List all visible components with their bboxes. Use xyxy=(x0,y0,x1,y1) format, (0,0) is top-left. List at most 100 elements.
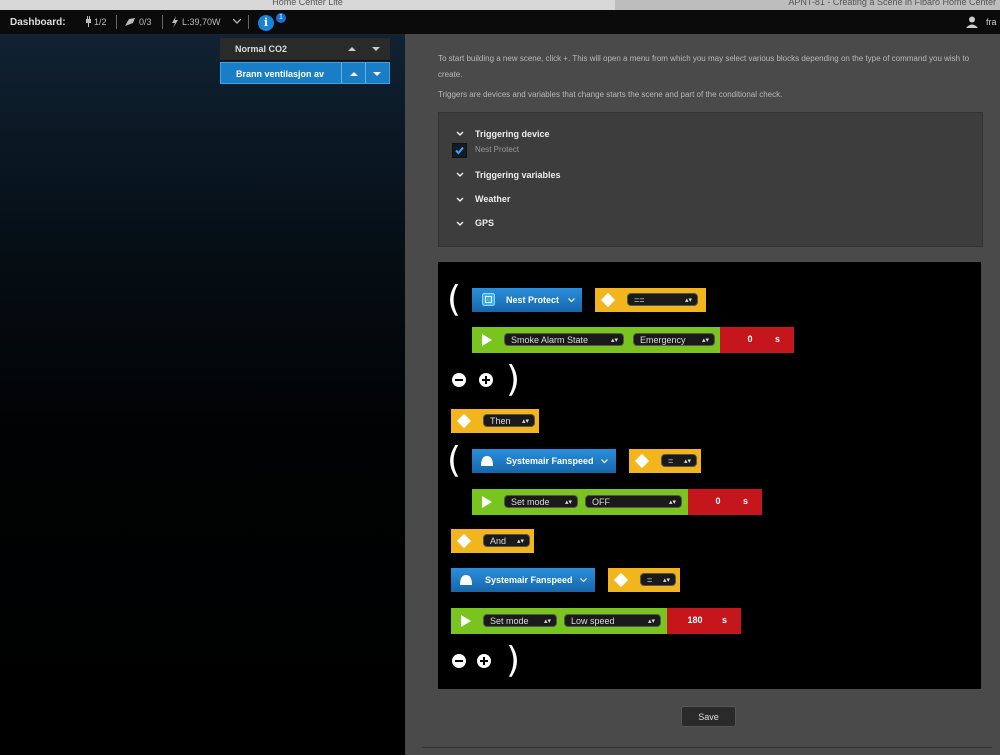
move-down-icon[interactable] xyxy=(367,67,387,81)
nest-protect-label: Nest Protect xyxy=(475,145,520,154)
chevron-down-icon[interactable] xyxy=(233,19,241,24)
open-parenthesis[interactable]: ( xyxy=(447,282,461,318)
operator-select[interactable]: == ▴▾ xyxy=(627,293,698,306)
operator-block[interactable]: = ▴▾ xyxy=(629,449,701,473)
and-select[interactable]: And ▴▾ xyxy=(483,534,530,547)
diamond-icon xyxy=(600,292,616,308)
scene-name: Brann ventilasjon av xyxy=(236,69,325,79)
scenes-count: 0/3 xyxy=(139,17,152,27)
updown-icon: ▴▾ xyxy=(564,499,572,506)
save-button[interactable]: Save xyxy=(681,706,736,727)
triggering-variables-heading[interactable]: Triggering variables xyxy=(475,170,561,180)
weather-heading[interactable]: Weather xyxy=(475,194,510,204)
updown-icon: ▴▾ xyxy=(668,499,676,506)
delay-value[interactable]: 0 xyxy=(730,334,770,344)
status-bar: Dashboard: 1/2 0/3 L:39,70W i 1 fra xyxy=(0,10,1000,34)
chevron-down-icon[interactable] xyxy=(456,197,464,203)
chevron-down-icon[interactable] xyxy=(456,221,464,227)
action-block[interactable]: Set mode ▴▾ Low speed ▴▾ xyxy=(451,608,667,634)
delay-block[interactable]: 0 s xyxy=(688,489,762,515)
operator-value: == xyxy=(634,295,645,305)
close-parenthesis[interactable]: ) xyxy=(506,643,520,679)
play-icon[interactable] xyxy=(482,334,492,346)
play-icon[interactable] xyxy=(461,615,471,627)
value-value: Low speed xyxy=(571,616,615,626)
operator-value: = xyxy=(668,456,674,466)
updown-icon: ▴▾ xyxy=(610,337,618,344)
device-block-nest-protect[interactable]: Nest Protect xyxy=(472,288,582,312)
device-name: Systemair Fanspeed xyxy=(506,456,594,466)
then-select[interactable]: Then ▴▾ xyxy=(483,414,535,427)
diamond-icon xyxy=(456,533,472,549)
operator-select[interactable]: = ▴▾ xyxy=(640,573,676,586)
operator-block[interactable]: = ▴▾ xyxy=(608,568,680,592)
property-select[interactable]: Set mode ▴▾ xyxy=(483,614,557,627)
property-value: Set mode xyxy=(490,616,529,626)
remove-icon[interactable] xyxy=(452,654,466,668)
remove-icon[interactable] xyxy=(452,373,466,387)
scene-item-brann-ventilasjon-av[interactable]: Brann ventilasjon av xyxy=(220,62,390,84)
devices-count: 1/2 xyxy=(94,17,107,27)
and-block[interactable]: And ▴▾ xyxy=(451,529,534,553)
move-up-icon[interactable] xyxy=(342,42,362,56)
user-icon[interactable] xyxy=(966,16,978,28)
operator-block[interactable]: == ▴▾ xyxy=(595,288,706,312)
close-parenthesis[interactable]: ) xyxy=(506,362,520,398)
condition-block[interactable]: Smoke Alarm State ▴▾ Emergency ▴▾ xyxy=(472,327,720,353)
move-up-icon[interactable] xyxy=(344,67,364,81)
chevron-down-icon[interactable] xyxy=(456,131,464,137)
property-value: Set mode xyxy=(511,497,550,507)
device-block-systemair-fanspeed[interactable]: Systemair Fanspeed xyxy=(472,449,616,473)
scene-item-normal-co2[interactable]: Normal CO2 xyxy=(220,38,390,61)
delay-block[interactable]: 0 s xyxy=(720,327,794,353)
device-block-systemair-fanspeed[interactable]: Systemair Fanspeed xyxy=(451,568,595,592)
window-titlebar: Home Center Lite APNT-81 - Creating a Sc… xyxy=(0,0,1000,10)
info-icon[interactable]: i xyxy=(258,15,274,31)
chevron-down-icon[interactable] xyxy=(568,298,575,303)
scene-icon xyxy=(125,18,135,26)
updown-icon: ▴▾ xyxy=(701,337,709,344)
device-name: Systemair Fanspeed xyxy=(485,575,573,585)
move-down-icon[interactable] xyxy=(366,42,386,56)
delay-block[interactable]: 180 s xyxy=(667,608,741,634)
updown-icon: ▴▾ xyxy=(521,418,529,425)
property-select[interactable]: Set mode ▴▾ xyxy=(504,495,578,508)
then-value: Then xyxy=(490,416,511,426)
play-icon[interactable] xyxy=(482,496,492,508)
updown-icon: ▴▾ xyxy=(684,297,692,304)
chevron-down-icon[interactable] xyxy=(601,459,608,464)
add-icon[interactable] xyxy=(479,373,493,387)
chevron-down-icon[interactable] xyxy=(456,172,464,178)
diamond-icon xyxy=(634,453,650,469)
fan-device-icon xyxy=(460,575,472,585)
tab-home-center-lite[interactable]: Home Center Lite xyxy=(0,0,615,10)
open-parenthesis[interactable]: ( xyxy=(447,443,461,479)
then-block[interactable]: Then ▴▾ xyxy=(451,409,539,433)
value-select[interactable]: OFF ▴▾ xyxy=(585,495,682,508)
delay-value[interactable]: 0 xyxy=(698,496,738,506)
chevron-down-icon[interactable] xyxy=(580,578,587,583)
updown-icon: ▴▾ xyxy=(662,577,670,584)
intro-text: To start building a new scene, click +. … xyxy=(438,54,970,79)
user-name[interactable]: fra xyxy=(986,17,997,27)
notification-badge: 1 xyxy=(276,13,286,23)
property-select[interactable]: Smoke Alarm State ▴▾ xyxy=(504,333,624,346)
diamond-icon xyxy=(613,572,629,588)
value-value: OFF xyxy=(592,497,610,507)
property-value: Smoke Alarm State xyxy=(511,335,589,345)
value-select[interactable]: Emergency ▴▾ xyxy=(633,333,715,346)
add-icon[interactable] xyxy=(477,654,491,668)
triggering-device-heading[interactable]: Triggering device xyxy=(475,129,550,139)
tab-apnt-81[interactable]: APNT-81 - Creating a Scene in Fibaro Hom… xyxy=(615,0,1000,10)
delay-value[interactable]: 180 xyxy=(673,615,717,625)
scene-list-panel xyxy=(0,34,405,755)
operator-select[interactable]: = ▴▾ xyxy=(661,454,697,467)
divider xyxy=(116,15,117,29)
diamond-icon xyxy=(456,413,472,429)
value-select[interactable]: Low speed ▴▾ xyxy=(564,614,661,627)
updown-icon: ▴▾ xyxy=(647,618,655,625)
action-block[interactable]: Set mode ▴▾ OFF ▴▾ xyxy=(472,489,688,515)
updown-icon: ▴▾ xyxy=(516,538,524,545)
gps-heading[interactable]: GPS xyxy=(475,218,494,228)
nest-protect-checkbox[interactable] xyxy=(452,143,467,158)
